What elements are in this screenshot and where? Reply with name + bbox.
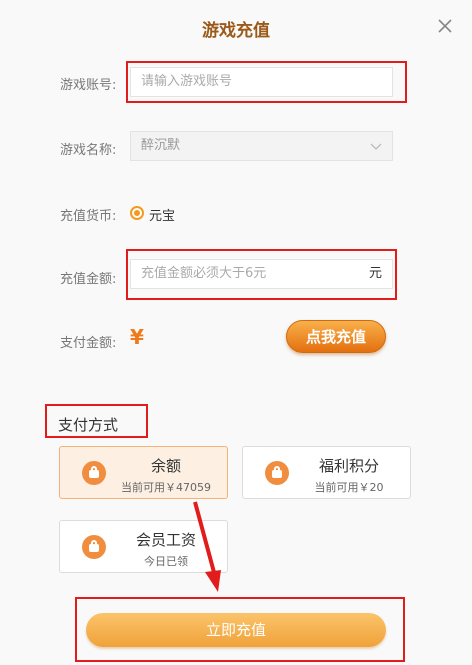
amount-placeholder: 充值金额必须大于6元	[141, 266, 267, 281]
close-icon[interactable]	[436, 17, 454, 35]
submit-recharge-button[interactable]: 立即充值	[86, 613, 386, 647]
dialog-title: 游戏充值	[202, 21, 270, 41]
account-input[interactable]: 请输入游戏账号	[130, 67, 393, 97]
click-recharge-button[interactable]: 点我充值	[286, 320, 386, 353]
wallet-icon	[82, 461, 106, 485]
amount-label: 充值金额:	[60, 272, 117, 287]
pay-amount-label: 支付金额:	[60, 336, 117, 351]
payment-option-points[interactable]: 福利积分 当前可用￥20	[242, 446, 411, 499]
chevron-down-icon	[370, 143, 382, 150]
currency-option-label: 元宝	[149, 209, 176, 224]
account-placeholder: 请输入游戏账号	[141, 74, 233, 89]
game-name-select[interactable]: 醉沉默	[130, 131, 393, 161]
pay-amount-value: ¥	[130, 325, 144, 349]
payment-option-sub: 当前可用￥47059	[121, 481, 211, 494]
game-name-value: 醉沉默	[141, 138, 181, 153]
currency-radio[interactable]	[130, 206, 144, 220]
payment-method-title: 支付方式	[58, 416, 119, 434]
payment-option-sub: 当前可用￥20	[314, 481, 384, 494]
game-name-label: 游戏名称:	[60, 143, 117, 158]
wallet-icon	[265, 461, 289, 485]
amount-input[interactable]: 充值金额必须大于6元 元	[130, 259, 393, 289]
payment-option-name: 余额	[150, 457, 181, 475]
annotation-arrow	[193, 501, 221, 592]
account-label: 游戏账号:	[60, 78, 117, 93]
payment-option-balance[interactable]: 余额 当前可用￥47059	[59, 446, 228, 499]
wallet-icon	[82, 535, 106, 559]
currency-label: 充值货币:	[60, 209, 117, 224]
payment-option-name: 福利积分	[318, 457, 379, 475]
amount-unit: 元	[368, 266, 382, 281]
